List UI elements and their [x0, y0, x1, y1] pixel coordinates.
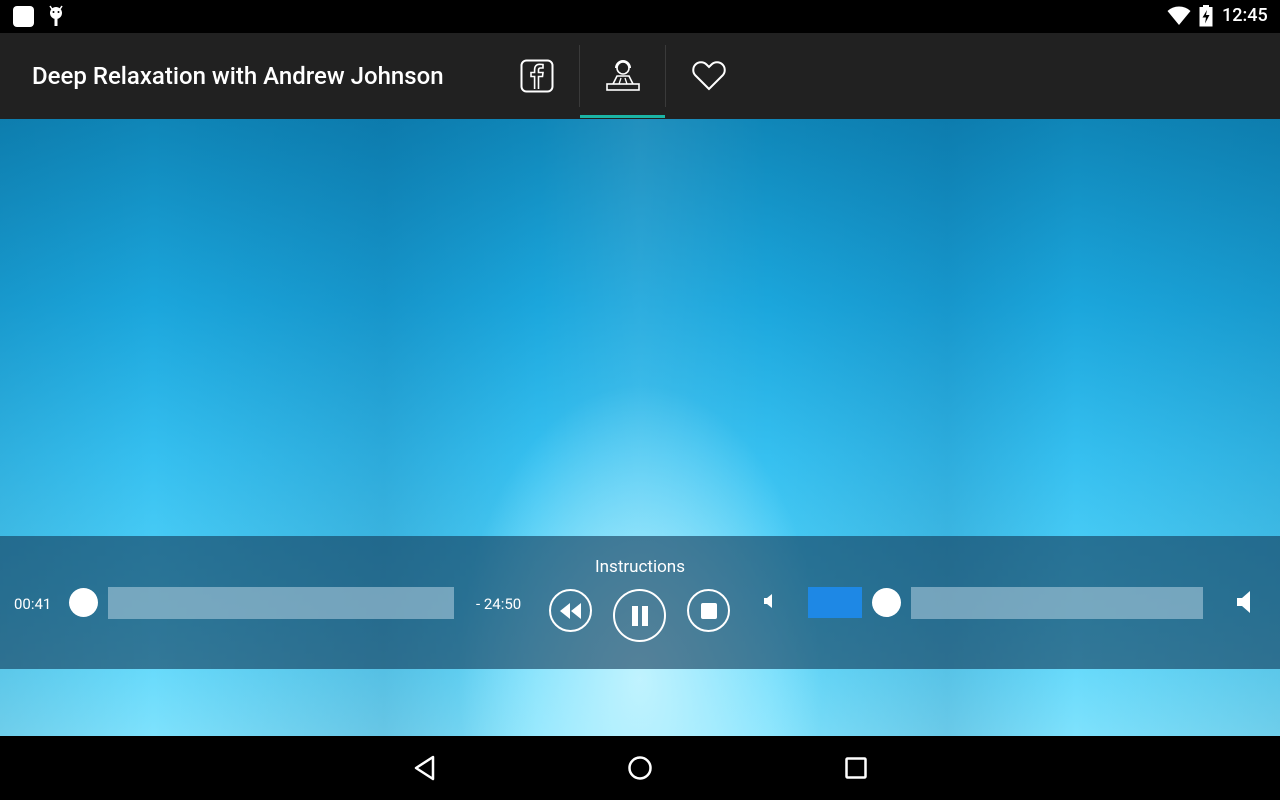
selected-tab-indicator — [580, 115, 665, 118]
elapsed-time: 00:41 — [14, 595, 52, 613]
pause-icon — [631, 605, 648, 626]
home-icon — [628, 756, 652, 780]
player-panel: Instructions 00:41 - 24:50 — [0, 536, 1280, 669]
back-icon — [414, 755, 435, 781]
volume-bar-fill[interactable] — [808, 587, 862, 618]
page-title: Deep Relaxation with Andrew Johnson — [32, 62, 444, 90]
remaining-time: - 24:50 — [476, 595, 522, 613]
facebook-icon — [520, 59, 554, 93]
recent-apps-button[interactable] — [831, 736, 881, 800]
volume-thumb[interactable] — [872, 588, 901, 617]
volume-high-icon — [1237, 591, 1250, 613]
facebook-button[interactable] — [508, 33, 566, 119]
dj-mixer-icon — [605, 60, 640, 91]
track-title: Instructions — [595, 557, 685, 577]
home-button[interactable] — [615, 736, 665, 800]
heart-icon — [692, 61, 726, 91]
wifi-icon — [1167, 6, 1191, 25]
seek-bar[interactable] — [108, 587, 454, 619]
rewind-button[interactable] — [549, 589, 592, 632]
battery-charging-icon — [1199, 5, 1213, 27]
rewind-icon — [559, 602, 581, 619]
stop-button[interactable] — [687, 589, 730, 632]
seek-thumb[interactable] — [69, 588, 98, 617]
pause-button[interactable] — [613, 589, 666, 642]
navigation-bar — [0, 736, 1280, 800]
notification-square-icon — [13, 6, 34, 27]
favorite-button[interactable] — [678, 33, 740, 119]
android-debug-icon — [49, 5, 63, 26]
recent-apps-icon — [845, 757, 867, 779]
dj-mixer-tab[interactable] — [580, 33, 665, 119]
volume-low-icon — [764, 594, 772, 608]
status-clock: 12:45 — [1222, 5, 1268, 26]
status-bar: 12:45 — [0, 0, 1280, 33]
stop-icon — [700, 602, 717, 619]
divider — [665, 45, 666, 107]
app-bar: Deep Relaxation with Andrew Johnson — [0, 33, 1280, 119]
back-button[interactable] — [400, 736, 450, 800]
volume-bar[interactable] — [911, 587, 1203, 619]
